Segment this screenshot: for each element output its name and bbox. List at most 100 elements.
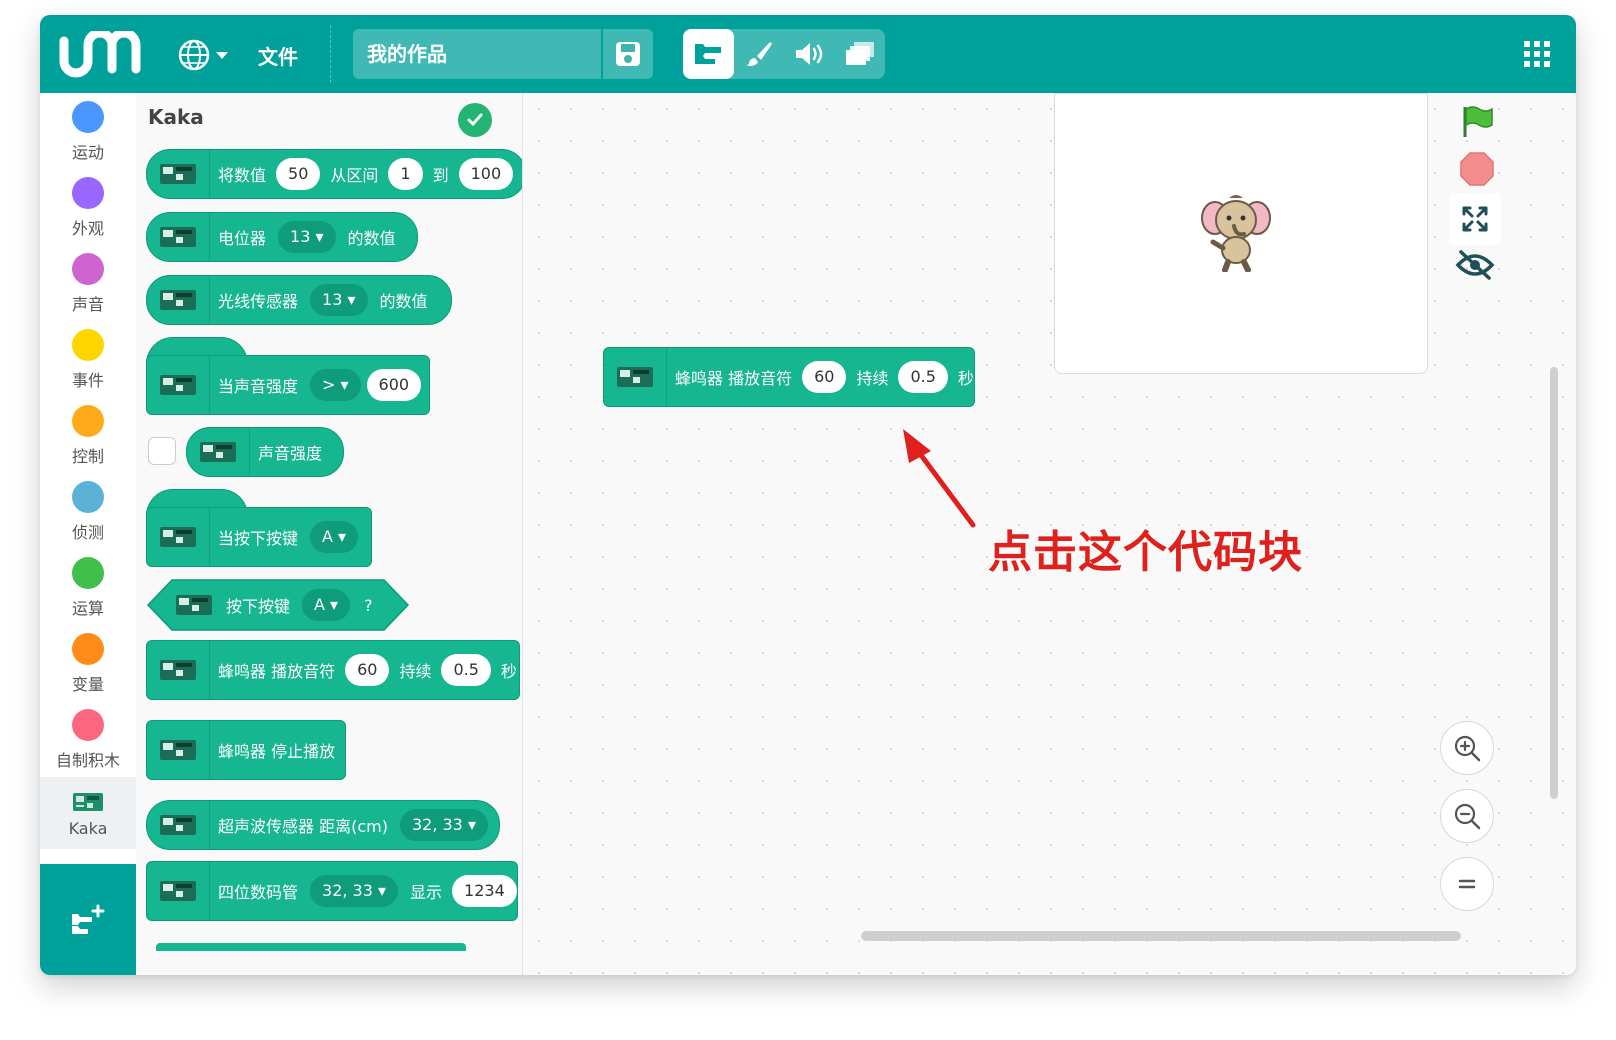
number-input[interactable]: 1: [388, 158, 423, 190]
note-input[interactable]: 60: [802, 361, 847, 393]
elephant-sprite[interactable]: [1201, 190, 1271, 272]
category-label: 控制: [71, 447, 104, 466]
category-label: 侦测: [71, 523, 104, 542]
pin-dropdown[interactable]: 13 ▾: [278, 221, 336, 253]
block-potentiometer[interactable]: 电位器 13 ▾ 的数值: [146, 212, 418, 262]
speaker-icon: [796, 43, 823, 65]
block-ultrasonic-distance[interactable]: 超声波传感器 距离(cm) 32, 33 ▾: [146, 800, 500, 850]
block-text: 将数值: [218, 166, 267, 185]
category-label: 声音: [71, 295, 104, 314]
block-text: 声音强度: [258, 444, 323, 463]
save-icon: [616, 42, 640, 66]
board-icon: [147, 641, 210, 699]
category-dot: [72, 557, 104, 589]
block-sound-level[interactable]: 声音强度: [186, 427, 344, 477]
block-text: 当按下按键: [218, 529, 299, 548]
hide-stage-button[interactable]: [1453, 243, 1497, 287]
block-buzzer-stop[interactable]: 蜂鸣器 停止播放: [146, 720, 346, 780]
block-when-button-pressed[interactable]: 当按下按键 A ▾: [146, 507, 372, 567]
board-icon: [147, 721, 210, 779]
category-control[interactable]: 控制: [40, 405, 136, 467]
block-text: 持续: [856, 369, 889, 388]
block-text: 蜂鸣器 停止播放: [218, 742, 336, 761]
category-label: 外观: [71, 219, 104, 238]
block-four-digit-display[interactable]: 四位数码管 32, 33 ▾ 显示 1234: [146, 861, 518, 921]
zoom-reset-button[interactable]: [1440, 857, 1494, 911]
pins-dropdown[interactable]: 32, 33 ▾: [399, 809, 488, 841]
category-dot: [72, 709, 104, 741]
code-blocks-icon: [695, 44, 722, 64]
category-looks[interactable]: 外观: [40, 177, 136, 239]
connected-check-icon: [458, 103, 492, 137]
block-text: 光线传感器: [218, 292, 299, 311]
fullscreen-button[interactable]: [1449, 193, 1501, 245]
category-operators[interactable]: 运算: [40, 557, 136, 619]
apps-grid-icon[interactable]: [1522, 39, 1552, 69]
add-extension-button[interactable]: [40, 864, 136, 975]
key-value: A: [314, 595, 325, 614]
display-value-input[interactable]: 1234: [452, 875, 517, 907]
category-my-blocks[interactable]: 自制积木: [40, 709, 136, 771]
block-text: 当声音强度: [218, 377, 299, 396]
tab-costumes[interactable]: [734, 29, 785, 79]
key-value: A: [322, 527, 333, 546]
stop-sign-icon: [1460, 152, 1494, 186]
zoom-in-button[interactable]: [1440, 721, 1494, 775]
workspace-vertical-scrollbar[interactable]: [1550, 367, 1558, 799]
block-button-is-pressed[interactable]: 按下按键 A ▾ ?: [170, 580, 373, 630]
category-motion[interactable]: 运动: [40, 101, 136, 163]
tab-code[interactable]: [683, 29, 734, 79]
board-icon: [147, 508, 210, 566]
tab-backdrops[interactable]: [835, 29, 886, 79]
note-input[interactable]: 60: [345, 654, 390, 686]
show-variable-checkbox[interactable]: [148, 437, 176, 465]
block-text: 四位数码管: [218, 883, 299, 902]
number-input[interactable]: 100: [458, 158, 514, 190]
duration-input[interactable]: 0.5: [441, 654, 491, 686]
green-flag-icon: [1463, 106, 1493, 137]
block-text: ?: [364, 595, 373, 615]
category-kaka[interactable]: Kaka: [40, 777, 136, 849]
board-icon: [147, 213, 210, 261]
block-buzzer-play-note[interactable]: 蜂鸣器 播放音符 60 持续 0.5 秒: [146, 640, 520, 700]
category-variables[interactable]: 变量: [40, 633, 136, 695]
workspace-horizontal-scrollbar[interactable]: [861, 931, 1461, 941]
project-title-input[interactable]: 我的作品: [353, 29, 601, 79]
code-workspace[interactable]: 蜂鸣器 播放音符 60 持续 0.5 秒 点击这个代码块: [523, 93, 1576, 975]
category-sound[interactable]: 声音: [40, 253, 136, 315]
workspace-block-buzzer-play-note[interactable]: 蜂鸣器 播放音符 60 持续 0.5 秒: [603, 347, 975, 407]
stop-button[interactable]: [1455, 147, 1499, 191]
key-dropdown[interactable]: A ▾: [310, 521, 359, 553]
brand-logo[interactable]: [58, 31, 144, 79]
eye-off-icon: [1455, 250, 1495, 280]
tab-sounds[interactable]: [784, 29, 835, 79]
zoom-in-icon: [1454, 735, 1481, 762]
block-text: 超声波传感器 距离(cm): [218, 817, 388, 836]
category-events[interactable]: 事件: [40, 329, 136, 391]
editor-mode-tabs: [683, 29, 885, 79]
pin-dropdown[interactable]: 13 ▾: [310, 284, 368, 316]
number-input[interactable]: 600: [366, 369, 422, 401]
block-text: 的数值: [347, 229, 396, 248]
file-menu[interactable]: 文件: [258, 41, 298, 70]
block-map-value[interactable]: 将数值 50 从区间 1 到 100: [146, 149, 522, 199]
pins-dropdown[interactable]: 32, 33 ▾: [310, 875, 399, 907]
save-button[interactable]: [603, 29, 653, 79]
category-sensing[interactable]: 侦测: [40, 481, 136, 543]
board-icon: [147, 150, 210, 198]
key-dropdown[interactable]: A ▾: [302, 589, 351, 621]
language-menu[interactable]: [178, 37, 238, 73]
duration-input[interactable]: 0.5: [898, 361, 948, 393]
zoom-out-button[interactable]: [1440, 789, 1494, 843]
layers-icon: [845, 42, 874, 65]
green-flag-button[interactable]: [1455, 99, 1499, 143]
block-light-sensor[interactable]: 光线传感器 13 ▾ 的数值: [146, 275, 452, 325]
number-input[interactable]: 50: [276, 158, 321, 190]
block-palette: Kaka 将数值 50 从区间 1 到 100 电位器 13 ▾ 的数值 光线传…: [136, 93, 523, 975]
pin-value: 13: [322, 290, 343, 309]
block-when-sound-level[interactable]: 当声音强度 > ▾ 600: [146, 355, 430, 415]
equals-icon: [1458, 879, 1476, 889]
operator-dropdown[interactable]: > ▾: [310, 369, 361, 401]
stage[interactable]: [1054, 93, 1428, 374]
operator-value: >: [322, 375, 336, 394]
